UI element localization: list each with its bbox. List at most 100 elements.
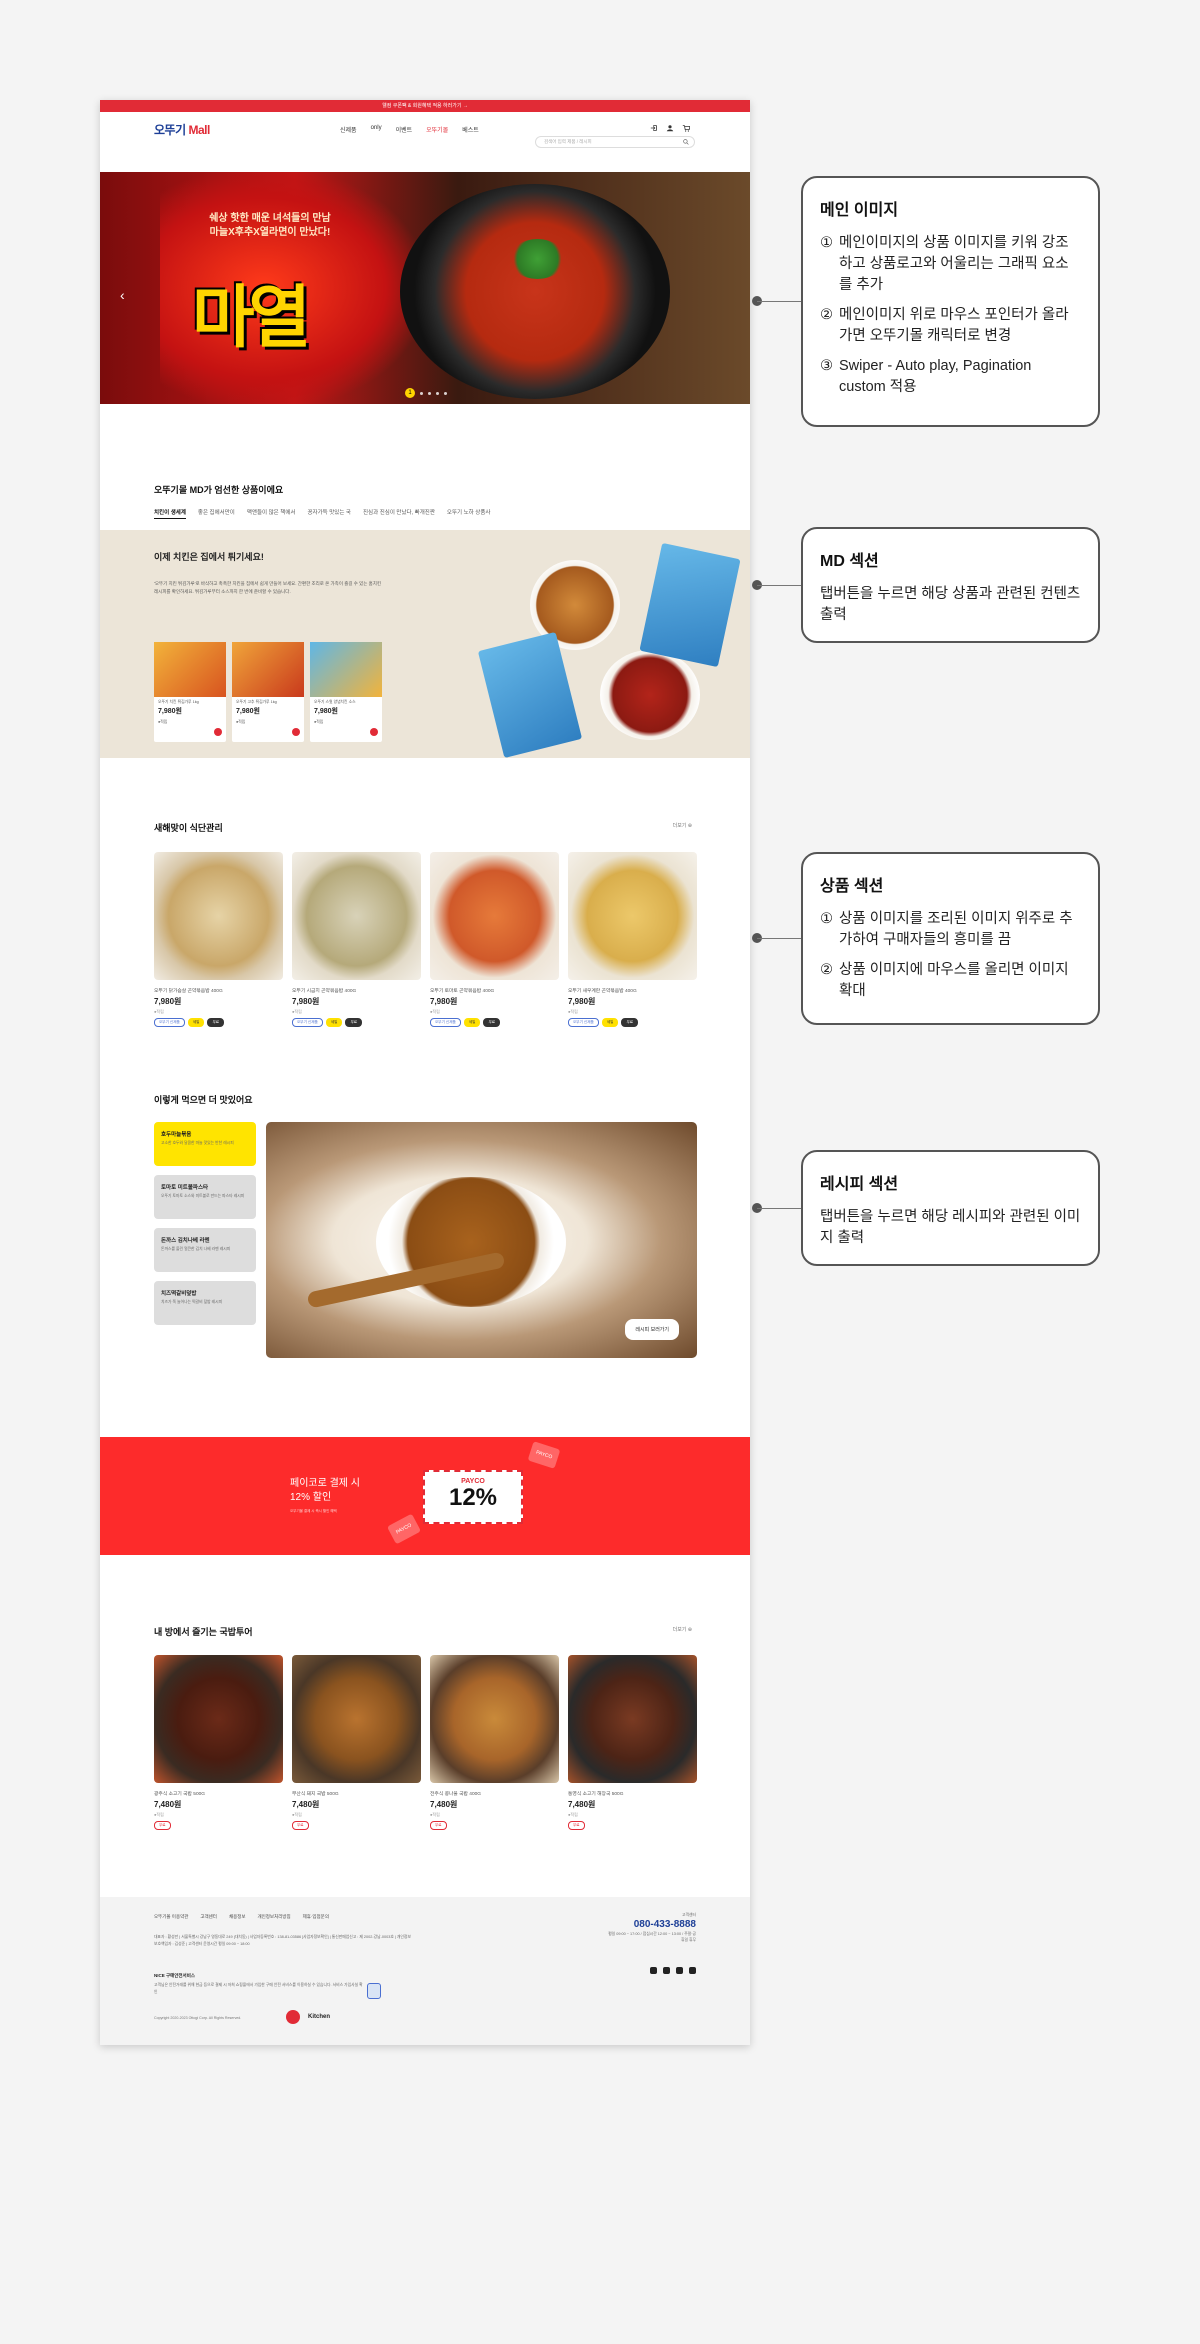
pagination-bullet[interactable] xyxy=(436,391,439,395)
nav-item-only[interactable]: only xyxy=(371,125,382,134)
youtube-icon[interactable] xyxy=(689,1967,696,1974)
md-tab[interactable]: 좋은 집에서만이 xyxy=(198,508,235,519)
customer-center: 고객센터 080-433-8888 평일 09:00 ~ 17:00 / 점심시… xyxy=(608,1913,696,1942)
recipe-tabs: 호두마늘볶음 고소한 호두와 달콤한 마늘 맛있는 반찬 레시피 토마토 미트볼… xyxy=(154,1122,256,1334)
nav-item-new[interactable]: 신제품 xyxy=(340,125,357,134)
product-card[interactable]: 오뚜기 닭가슴살 곤약볶음밥 400G 7,980원 ●적립 오뚜기 신제품 세일… xyxy=(154,852,283,1027)
shield-icon[interactable] xyxy=(367,1983,381,1999)
hero-title: 마열 xyxy=(192,278,311,358)
nav-item-best[interactable]: 베스트 xyxy=(462,125,479,134)
recipe-view-button[interactable]: 레시피 보러가기 xyxy=(625,1319,679,1340)
kitchen-logo[interactable]: Kitchen xyxy=(308,2014,330,2020)
md-tab[interactable]: 꽁자가득 맛있는 국 xyxy=(307,508,351,519)
md-promo-desc: '오뚜기 치킨 튀김가루'로 바삭하고 촉촉한 치킨을 집에서 쉽게 만들어 보… xyxy=(154,581,382,594)
product-card[interactable]: 부산식 돼지 국밥 500G 7,480원 ●적립 무료 xyxy=(292,1655,421,1830)
add-cart-icon[interactable] xyxy=(214,728,222,736)
main-nav: 신제품 only 이벤트 오뚜기몰 베스트 xyxy=(340,125,479,134)
product-image xyxy=(232,642,304,697)
ottogi-logo-icon[interactable] xyxy=(286,2010,300,2024)
footer-copyright: Copyright 2020-2023 Ottogi Corp. All Rig… xyxy=(154,2016,242,2020)
md-section-title: 오뚜기몰 MD가 엄선한 상품이에요 xyxy=(154,485,284,495)
md-product-list: 오뚜기 치킨 튀김가루 1kg 7,980원 ●적립 오뚜기 고추 튀김가루 1… xyxy=(154,642,382,742)
header-utilities xyxy=(650,124,690,132)
product-card[interactable]: 광주식 소고기 국밥 500G 7,480원 ●적립 무료 xyxy=(154,1655,283,1830)
login-icon[interactable] xyxy=(650,124,658,132)
md-tab[interactable]: 맥앤들이 많은 책에서 xyxy=(247,508,296,519)
md-tabs: 치킨이 생세계 좋은 집에서만이 맥앤들이 많은 책에서 꽁자가득 맛있는 국 … xyxy=(154,508,490,519)
annotation-md-section: MD 섹션 탭버튼을 누르면 해당 상품과 관련된 컨텐츠 출력 xyxy=(801,527,1100,643)
recipe-tab[interactable]: 돈까스 김치나베 라멘 돈까스를 올린 얼큰한 김치 나베 라멘 레시피 xyxy=(154,1228,256,1272)
fried-chicken-photo xyxy=(470,540,741,759)
annotation-product-section: 상품 섹션 ① 상품 이미지를 조리된 이미지 위주로 추가하여 구매자들의 흥미… xyxy=(801,852,1100,1025)
product-image xyxy=(568,1655,697,1783)
add-cart-icon[interactable] xyxy=(292,728,300,736)
page-mockup: 웰컴 쿠폰팩 & 회원혜택 적용 하러가기 → 오뚜기 Mall 신제품 onl… xyxy=(100,100,750,2045)
md-tab[interactable]: 치킨이 생세계 xyxy=(154,508,186,519)
site-logo[interactable]: 오뚜기 Mall xyxy=(154,121,210,138)
payco-banner[interactable]: 페이코로 결제 시 12% 할인 오뚜기몰 결제 시 즉시 할인 혜택 PAYC… xyxy=(100,1437,750,1555)
kakao-icon[interactable] xyxy=(676,1967,683,1974)
soup-more-link[interactable]: 더보기 ⊕ xyxy=(673,1626,692,1633)
hero-pagination: 1 xyxy=(405,388,447,398)
product-image xyxy=(430,1655,559,1783)
top-notice-bar[interactable]: 웰컴 쿠폰팩 & 회원혜택 적용 하러가기 → xyxy=(100,100,750,112)
diet-more-link[interactable]: 더보기 ⊕ xyxy=(673,822,692,829)
footer: 오뚜기몰 이용약관 고객센터 채용정보 개인정보처리방침 제휴·입점문의 대표자… xyxy=(100,1897,750,2045)
product-card[interactable]: 오뚜기 치킨 튀김가루 1kg 7,980원 ●적립 xyxy=(154,642,226,742)
payco-chip: PAYCO xyxy=(527,1441,561,1469)
recipe-image: 레시피 보러가기 xyxy=(266,1122,697,1358)
add-cart-icon[interactable] xyxy=(370,728,378,736)
product-card[interactable]: 오뚜기 시금치 곤약볶음밥 400G 7,980원 ●적립 오뚜기 신제품 세일 무… xyxy=(292,852,421,1027)
md-tab[interactable]: 오뚜기 노하 상품사 xyxy=(447,508,491,519)
payco-coupon-badge: PAYCO 12% xyxy=(423,1470,523,1524)
annotation-recipe-section: 레시피 섹션 탭버튼을 누르면 해당 레시피와 관련된 이미지 출력 xyxy=(801,1150,1100,1266)
pagination-bullet[interactable] xyxy=(444,391,447,395)
search-icon[interactable] xyxy=(683,139,689,145)
product-image xyxy=(568,852,697,980)
pagination-bullet-active[interactable]: 1 xyxy=(405,388,415,398)
pagination-bullet[interactable] xyxy=(428,391,431,395)
sns-links xyxy=(650,1967,696,1974)
product-card[interactable]: 전주식 콩나물 국밥 400G 7,480원 ●적립 무료 xyxy=(430,1655,559,1830)
product-image xyxy=(292,1655,421,1783)
footer-nice-text: 고객님은 안전거래를 위해 현금 등으로 결제 시 저희 쇼핑몰에서 가입한 구… xyxy=(154,1983,363,1994)
md-promo-panel: 이제 치킨은 집에서 튀기세요! '오뚜기 치킨 튀김가루'로 바삭하고 촉촉한… xyxy=(100,530,750,759)
product-image xyxy=(154,1655,283,1783)
user-icon[interactable] xyxy=(666,124,674,132)
product-image xyxy=(292,852,421,980)
instagram-icon[interactable] xyxy=(650,1967,657,1974)
search-input[interactable]: 검색어 입력 제품 / 레시피 xyxy=(535,136,695,148)
recipe-section-title: 이렇게 먹으면 더 맛있어요 xyxy=(154,1095,253,1105)
blog-icon[interactable] xyxy=(663,1967,670,1974)
chevron-left-icon[interactable]: ‹ xyxy=(120,287,125,303)
footer-nice-title: NICE 구매안전서비스 xyxy=(154,1973,195,1978)
recipe-tab[interactable]: 치즈떡갈비덮밥 치즈가 쭉 늘어나는 떡갈비 덮밥 레시피 xyxy=(154,1281,256,1325)
product-card[interactable]: 오뚜기 토마토 곤약볶음밥 400G 7,980원 ●적립 오뚜기 신제품 세일 무… xyxy=(430,852,559,1027)
pagination-bullet[interactable] xyxy=(420,391,423,395)
product-image xyxy=(154,642,226,697)
product-image xyxy=(154,852,283,980)
hero-banner[interactable]: 쉐상 핫한 매운 녀석들의 만남 마늘X후추X열라면이 만났다! 마열 ‹ 1 xyxy=(100,172,750,404)
annotation-main-image: 메인 이미지 ① 메인이미지의 상품 이미지를 키워 강조하고 상품로고와 어울리… xyxy=(801,176,1100,427)
product-card[interactable]: 오뚜기 스윗 양념치킨 소스 7,980원 ●적립 xyxy=(310,642,382,742)
soup-product-grid: 광주식 소고기 국밥 500G 7,480원 ●적립 무료 부산식 돼지 국밥 … xyxy=(154,1655,697,1830)
diet-product-grid: 오뚜기 닭가슴살 곤약볶음밥 400G 7,980원 ●적립 오뚜기 신제품 세일… xyxy=(154,852,697,1027)
product-card[interactable]: 통영식 소고기 해장국 500G 7,480원 ●적립 무료 xyxy=(568,1655,697,1830)
nav-item-mall[interactable]: 오뚜기몰 xyxy=(426,125,448,134)
nav-item-event[interactable]: 이벤트 xyxy=(396,125,413,134)
product-card[interactable]: 오뚜기 고추 튀김가루 1kg 7,980원 ●적립 xyxy=(232,642,304,742)
payco-copy: 페이코로 결제 시 12% 할인 xyxy=(290,1478,360,1503)
md-tab[interactable]: 진심과 진심이 만났다, 빠개진짠 xyxy=(363,508,435,519)
recipe-tab[interactable]: 호두마늘볶음 고소한 호두와 달콤한 마늘 맛있는 반찬 레시피 xyxy=(154,1122,256,1166)
product-image xyxy=(430,852,559,980)
footer-links: 오뚜기몰 이용약관 고객센터 채용정보 개인정보처리방침 제휴·입점문의 xyxy=(154,1914,329,1919)
diet-section-title: 새해맞이 식단관리 xyxy=(154,823,223,833)
cart-icon[interactable] xyxy=(682,124,690,132)
footer-company-info: 대표자 : 황성만 | 서울특별시 강남구 영동대로 249 (대치동) | 사… xyxy=(154,1935,411,1946)
payco-chip: PAYCO xyxy=(386,1513,422,1545)
recipe-tab[interactable]: 토마토 미트볼파스타 오뚜기 토마토 소스와 미트볼로 만드는 파스타 레시피 xyxy=(154,1175,256,1219)
product-card[interactable]: 오뚜기 새우계란 곤약볶음밥 400G 7,980원 ●적립 오뚜기 신제품 세일… xyxy=(568,852,697,1027)
hero-copy: 쉐상 핫한 매운 녀석들의 만남 마늘X후추X열라면이 만났다! xyxy=(209,213,331,238)
noodle-bowl-image xyxy=(400,184,670,399)
soup-section-title: 내 방에서 즐기는 국밥투어 xyxy=(154,1627,253,1637)
